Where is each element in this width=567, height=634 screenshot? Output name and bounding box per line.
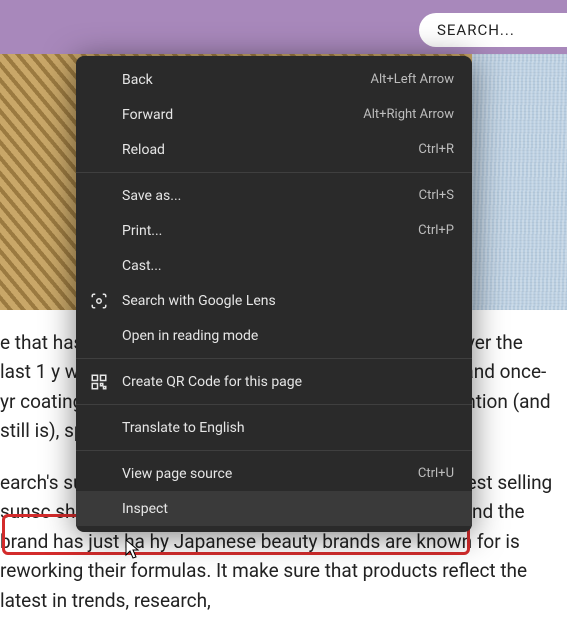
menu-item-shortcut: Alt+Right Arrow bbox=[363, 107, 454, 122]
menu-item-label: Inspect bbox=[122, 501, 454, 517]
search-input[interactable]: SEARCH... bbox=[419, 13, 567, 47]
menu-item-label: Back bbox=[122, 72, 370, 88]
context-menu-item-reload[interactable]: Reload Ctrl+R bbox=[76, 132, 472, 167]
context-menu[interactable]: Back Alt+Left Arrow Forward Alt+Right Ar… bbox=[76, 56, 472, 532]
menu-separator bbox=[76, 450, 472, 451]
menu-item-label: View page source bbox=[122, 466, 418, 482]
search-placeholder: SEARCH... bbox=[437, 21, 515, 39]
google-lens-icon bbox=[90, 292, 122, 310]
context-menu-item-forward[interactable]: Forward Alt+Right Arrow bbox=[76, 97, 472, 132]
menu-item-shortcut: Ctrl+S bbox=[419, 188, 454, 203]
context-menu-item-inspect[interactable]: Inspect bbox=[76, 491, 472, 526]
menu-item-label: Cast... bbox=[122, 258, 454, 274]
menu-item-shortcut: Alt+Left Arrow bbox=[370, 72, 454, 87]
context-menu-item-cast[interactable]: Cast... bbox=[76, 248, 472, 283]
menu-separator bbox=[76, 172, 472, 173]
hero-image-right bbox=[472, 54, 567, 310]
menu-separator bbox=[76, 404, 472, 405]
qr-code-icon bbox=[90, 373, 122, 391]
context-menu-item-translate[interactable]: Translate to English bbox=[76, 410, 472, 445]
menu-item-label: Create QR Code for this page bbox=[122, 374, 454, 390]
top-bar: SEARCH... bbox=[0, 0, 567, 54]
menu-item-label: Search with Google Lens bbox=[122, 293, 454, 309]
context-menu-item-back[interactable]: Back Alt+Left Arrow bbox=[76, 62, 472, 97]
menu-item-shortcut: Ctrl+P bbox=[418, 223, 454, 238]
menu-item-label: Reload bbox=[122, 142, 418, 158]
menu-separator bbox=[76, 358, 472, 359]
context-menu-item-google-lens[interactable]: Search with Google Lens bbox=[76, 283, 472, 318]
context-menu-item-print[interactable]: Print... Ctrl+P bbox=[76, 213, 472, 248]
menu-item-label: Translate to English bbox=[122, 420, 454, 436]
context-menu-item-qr-code[interactable]: Create QR Code for this page bbox=[76, 364, 472, 399]
context-menu-item-reading-mode[interactable]: Open in reading mode bbox=[76, 318, 472, 353]
menu-item-label: Save as... bbox=[122, 188, 419, 204]
context-menu-item-view-source[interactable]: View page source Ctrl+U bbox=[76, 456, 472, 491]
menu-item-shortcut: Ctrl+R bbox=[418, 142, 454, 157]
menu-item-shortcut: Ctrl+U bbox=[418, 466, 454, 481]
context-menu-item-save-as[interactable]: Save as... Ctrl+S bbox=[76, 178, 472, 213]
menu-item-label: Forward bbox=[122, 107, 363, 123]
menu-item-label: Print... bbox=[122, 223, 418, 239]
menu-item-label: Open in reading mode bbox=[122, 328, 454, 344]
